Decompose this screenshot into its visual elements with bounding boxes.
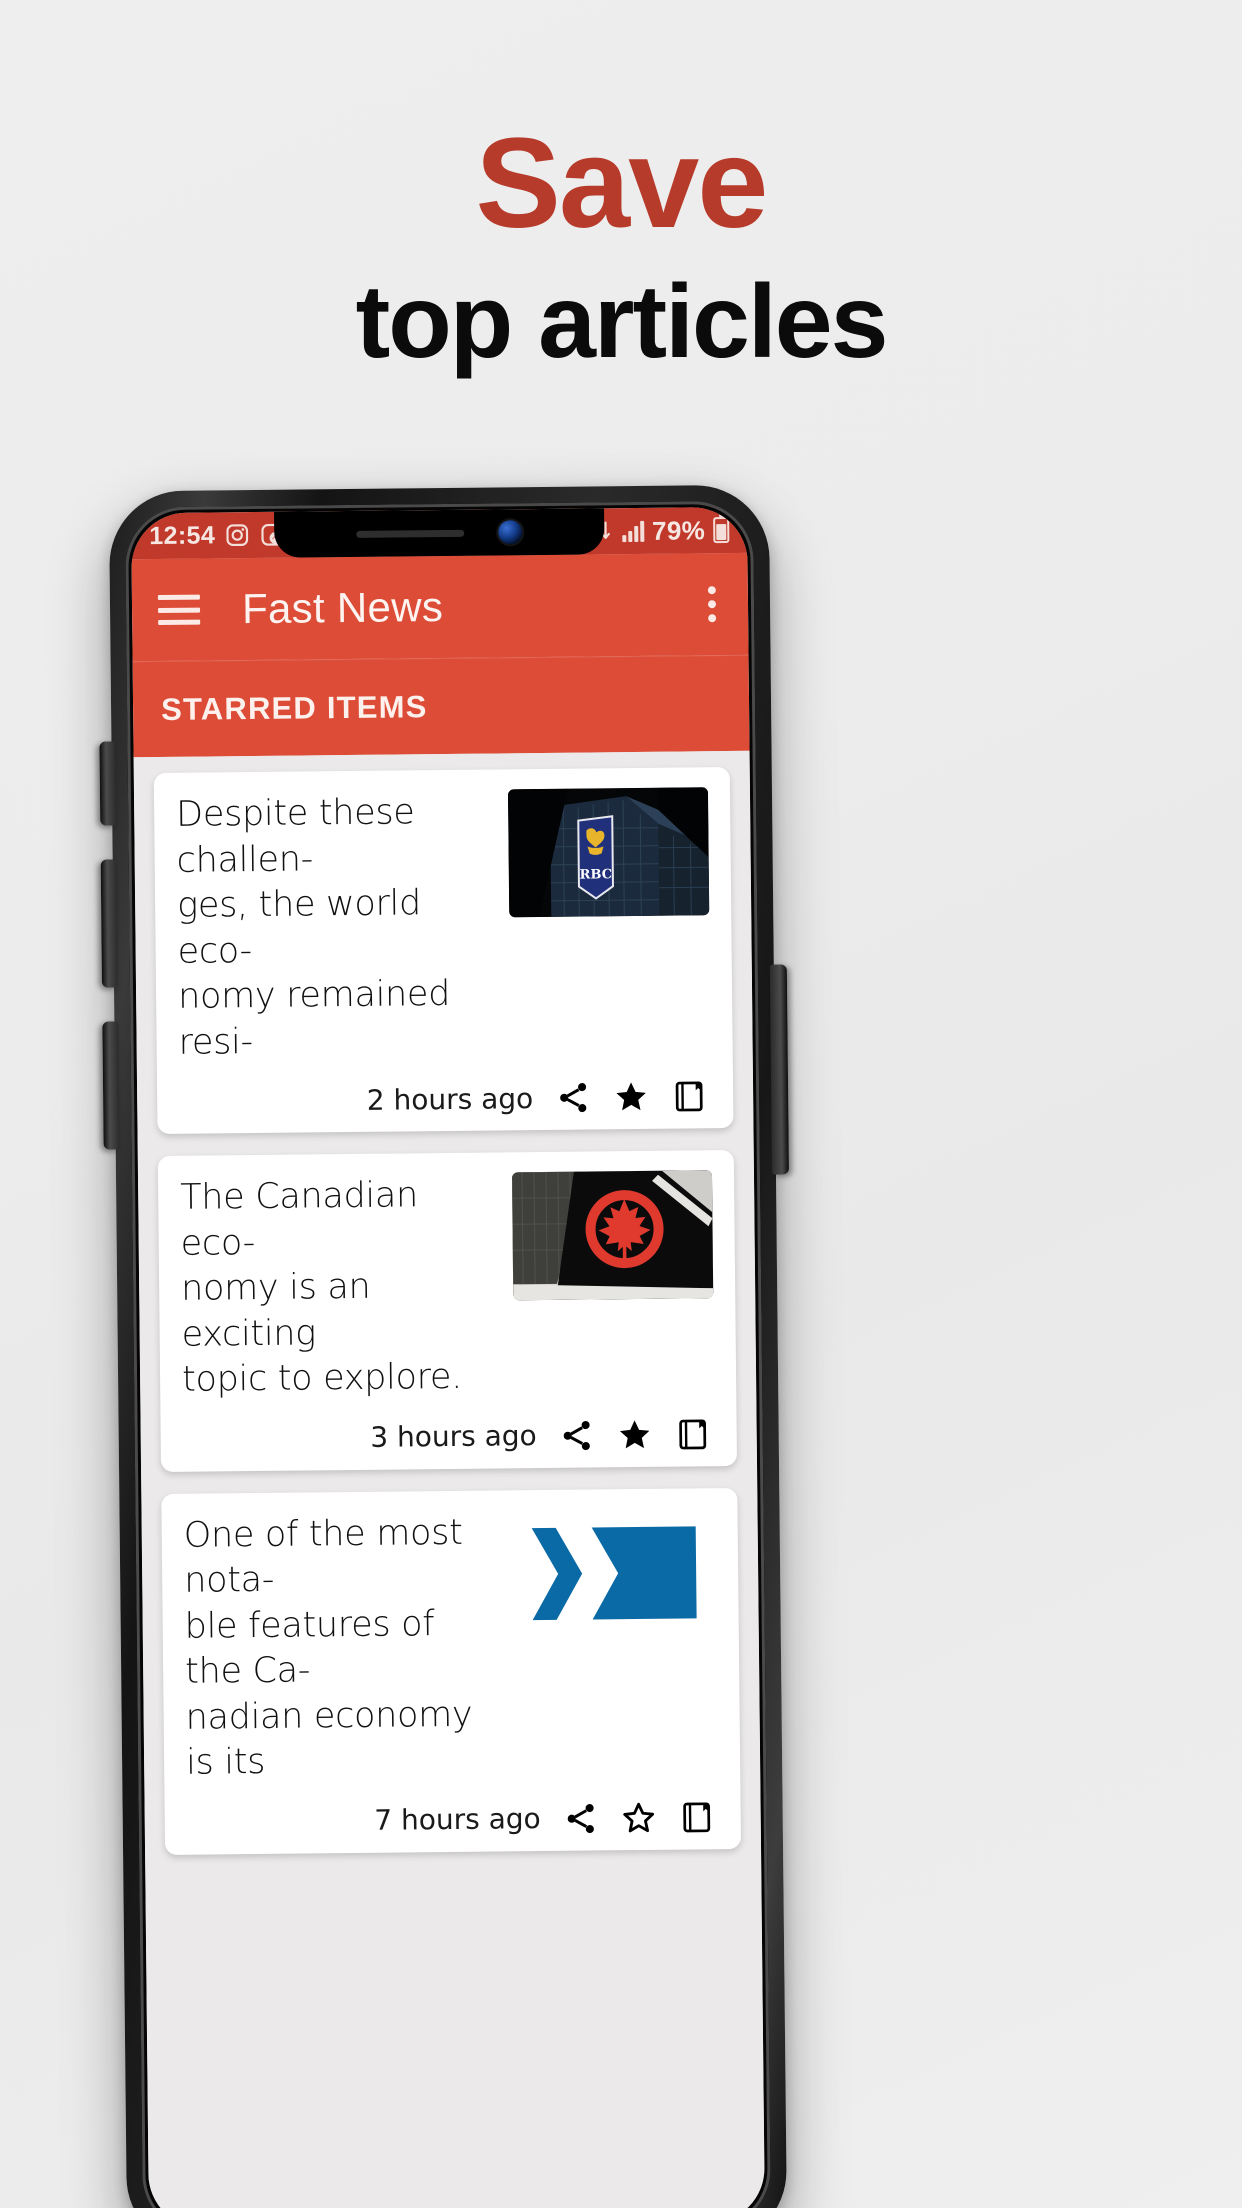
share-icon[interactable]: [555, 1079, 591, 1115]
bookmark-book-icon[interactable]: [675, 1416, 711, 1452]
instagram-icon: [226, 524, 249, 547]
phone-mockup: 12:54 79% Fast News STARRED ITEMS Despit…: [99, 484, 789, 2208]
article-footer: 3 hours ago: [183, 1416, 715, 1458]
article-footer: 7 hours ago: [187, 1799, 719, 1841]
volume-up-button[interactable]: [99, 741, 117, 826]
phone-bezel: 12:54 79% Fast News STARRED ITEMS Despit…: [124, 500, 772, 2208]
article-footer: 2 hours ago: [179, 1078, 711, 1120]
article-body: The Canadian eco- nomy is an exciting to…: [180, 1170, 714, 1403]
article-card[interactable]: The Canadian eco- nomy is an exciting to…: [157, 1149, 738, 1472]
blue-chevron-logo-icon: [515, 1507, 717, 1638]
battery-percent-label: 79%: [651, 514, 706, 546]
promo-title: Save: [475, 112, 769, 255]
power-button[interactable]: [769, 964, 789, 1175]
article-body: Despite these challen- ges, the world ec…: [176, 787, 711, 1066]
article-body: One of the most nota- ble features of th…: [183, 1507, 719, 1787]
star-outline-icon[interactable]: [621, 1799, 657, 1835]
bixby-button[interactable]: [102, 1021, 120, 1150]
tab-starred-items[interactable]: STARRED ITEMS: [161, 689, 428, 728]
volume-down-button[interactable]: [100, 859, 118, 988]
phone-notch: [274, 508, 605, 558]
app-bar: Fast News: [131, 552, 749, 662]
phone-screen: 12:54 79% Fast News STARRED ITEMS Despit…: [131, 506, 765, 2208]
article-timestamp: 2 hours ago: [366, 1081, 534, 1117]
promo-subtitle: top articles: [355, 264, 889, 380]
front-camera-icon: [498, 520, 523, 545]
article-title: One of the most nota- ble features of th…: [183, 1512, 473, 1783]
article-thumbnail[interactable]: [511, 1170, 714, 1301]
article-title: Despite these challen- ges, the world ec…: [175, 792, 451, 1063]
share-icon[interactable]: [559, 1417, 595, 1453]
app-title: Fast News: [241, 583, 444, 633]
svg-text:RBC: RBC: [580, 867, 613, 882]
signal-bars-icon: [622, 520, 645, 543]
article-card[interactable]: One of the most nota- ble features of th…: [161, 1487, 742, 1855]
article-card[interactable]: Despite these challen- ges, the world ec…: [153, 767, 734, 1135]
overflow-menu-icon[interactable]: [702, 580, 723, 628]
bookmark-book-icon[interactable]: [671, 1078, 707, 1114]
hamburger-menu-icon[interactable]: [157, 594, 201, 625]
share-icon[interactable]: [563, 1800, 599, 1836]
status-bar-time: 12:54: [149, 520, 216, 550]
article-thumbnail[interactable]: [515, 1507, 717, 1638]
rbc-building-photo-icon: RBC: [507, 787, 710, 918]
star-filled-icon[interactable]: [617, 1416, 653, 1452]
article-title: The Canadian eco- nomy is an exciting to…: [179, 1175, 463, 1400]
promo-banner: Save top articles: [0, 0, 1242, 380]
battery-icon: [713, 517, 730, 544]
article-timestamp: 7 hours ago: [374, 1802, 541, 1837]
tab-bar: STARRED ITEMS: [132, 654, 750, 758]
article-feed[interactable]: Despite these challen- ges, the world ec…: [133, 750, 765, 2208]
earpiece-speaker: [356, 529, 465, 538]
air-canada-tail-photo-icon: [511, 1170, 714, 1301]
bookmark-book-icon[interactable]: [679, 1799, 715, 1835]
article-thumbnail[interactable]: RBC: [507, 787, 710, 918]
article-timestamp: 3 hours ago: [370, 1419, 537, 1454]
star-filled-icon[interactable]: [613, 1079, 649, 1115]
